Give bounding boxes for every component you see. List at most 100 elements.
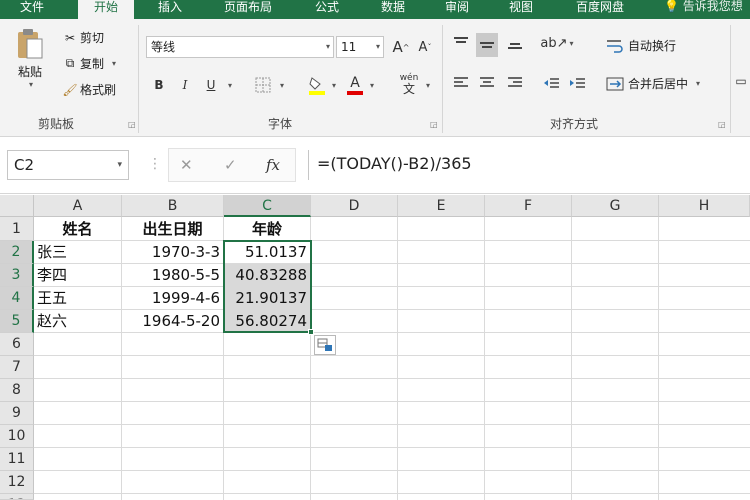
ribbon: 粘贴 ▾ ✂ 剪切 ⧉ 复制 ▾ 🖌 格式刷 剪贴板 ◲ 等线 ▾ 11 ▾ A… <box>0 19 750 137</box>
cell-b2[interactable]: 1970-3-3 <box>122 241 223 263</box>
tab-page-layout[interactable]: 页面布局 <box>212 0 284 19</box>
orientation-button[interactable]: ab↗ ▾ <box>540 33 574 53</box>
format-painter-button[interactable]: 🖌 格式刷 <box>60 81 116 98</box>
row-header-11[interactable]: 11 <box>0 448 34 471</box>
row-header-10[interactable]: 10 <box>0 425 34 448</box>
copy-button[interactable]: ⧉ 复制 ▾ <box>60 55 116 72</box>
chevron-down-icon[interactable]: ▾ <box>228 81 232 90</box>
ribbon-tab-bar: 文件 开始 插入 页面布局 公式 数据 审阅 视图 百度网盘 💡 告诉我您想 <box>0 0 750 19</box>
align-left-button[interactable] <box>450 73 472 93</box>
italic-button[interactable]: I <box>174 75 196 95</box>
tab-file[interactable]: 文件 <box>10 0 54 19</box>
paste-button[interactable]: 粘贴 ▾ <box>10 27 50 89</box>
cell-a2[interactable]: 张三 <box>34 241 121 263</box>
cell-a3[interactable]: 李四 <box>34 264 121 286</box>
decrease-indent-button[interactable] <box>540 73 562 93</box>
tab-review[interactable]: 审阅 <box>432 0 482 19</box>
gridline <box>571 217 572 500</box>
chevron-down-icon: ▾ <box>696 79 701 88</box>
align-center-button[interactable] <box>476 73 498 93</box>
cancel-icon[interactable]: ✕ <box>180 156 193 174</box>
cell-b1[interactable]: 出生日期 <box>122 218 223 240</box>
tab-insert[interactable]: 插入 <box>148 0 192 19</box>
row-header-5[interactable]: 5 <box>0 310 34 333</box>
bold-button[interactable]: B <box>148 75 170 95</box>
tell-me-text: 告诉我您想 <box>682 0 743 13</box>
row-header-12[interactable]: 12 <box>0 471 34 494</box>
tab-baidu-netdisk[interactable]: 百度网盘 <box>562 0 638 19</box>
phonetic-guide-button[interactable]: wén 文 <box>398 73 420 97</box>
wrap-text-button[interactable]: 自动换行 <box>606 37 676 54</box>
gridline <box>34 493 750 494</box>
cell-c1[interactable]: 年龄 <box>224 218 310 240</box>
grow-font-button[interactable]: A ^ <box>390 37 412 57</box>
number-format-partial-icon[interactable]: ▭ <box>734 71 748 91</box>
increase-indent-button[interactable] <box>566 73 588 93</box>
tab-data[interactable]: 数据 <box>368 0 418 19</box>
row-header-1[interactable]: 1 <box>0 217 34 241</box>
cell-b3[interactable]: 1980-5-5 <box>122 264 223 286</box>
enter-icon[interactable]: ✓ <box>224 156 237 174</box>
dialog-launcher-icon[interactable]: ◲ <box>718 120 726 129</box>
cut-button[interactable]: ✂ 剪切 <box>60 29 104 46</box>
chevron-down-icon[interactable]: ▾ <box>332 81 336 90</box>
chevron-down-icon[interactable]: ▾ <box>426 81 430 90</box>
cell-a4[interactable]: 王五 <box>34 287 121 309</box>
row-header-2[interactable]: 2 <box>0 241 34 264</box>
font-size-combo[interactable]: 11 ▾ <box>336 36 384 58</box>
cell-a5[interactable]: 赵六 <box>34 310 121 332</box>
tab-formulas[interactable]: 公式 <box>302 0 352 19</box>
row-header-7[interactable]: 7 <box>0 356 34 379</box>
name-box-value: C2 <box>14 156 35 174</box>
column-header-e[interactable]: E <box>398 195 485 217</box>
top-align-button[interactable] <box>450 33 472 53</box>
column-header-a[interactable]: A <box>34 195 122 217</box>
row-header-9[interactable]: 9 <box>0 402 34 425</box>
row-header-8[interactable]: 8 <box>0 379 34 402</box>
gridline <box>34 378 750 379</box>
column-header-h[interactable]: H <box>659 195 750 217</box>
cut-label: 剪切 <box>80 31 105 45</box>
column-header-d[interactable]: D <box>311 195 398 217</box>
underline-button[interactable]: U <box>200 75 222 95</box>
bottom-align-button[interactable] <box>504 33 526 53</box>
dialog-launcher-icon[interactable]: ◲ <box>430 120 438 129</box>
borders-icon <box>255 77 271 93</box>
font-color-button[interactable]: A <box>344 73 366 97</box>
cell-b4[interactable]: 1999-4-6 <box>122 287 223 309</box>
row-header-13[interactable]: 13 <box>0 494 34 500</box>
middle-align-button[interactable] <box>476 33 498 57</box>
tab-view[interactable]: 视图 <box>496 0 546 19</box>
cell-a1[interactable]: 姓名 <box>34 218 121 240</box>
align-right-button[interactable] <box>504 73 526 93</box>
chevron-down-icon: ▾ <box>569 38 574 48</box>
name-box[interactable]: C2 ▾ <box>7 150 129 180</box>
column-header-c[interactable]: C <box>224 195 311 217</box>
worksheet-grid[interactable]: A B C D E F G H 1 2 3 4 5 6 7 8 9 10 11 … <box>0 195 750 500</box>
chevron-down-icon[interactable]: ▾ <box>280 81 284 90</box>
column-header-g[interactable]: G <box>572 195 659 217</box>
borders-button[interactable] <box>252 75 274 95</box>
gridline <box>34 424 750 425</box>
insert-function-icon[interactable]: fx <box>266 156 280 174</box>
bold-icon: B <box>154 78 164 92</box>
chevron-down-icon[interactable]: ▾ <box>370 81 374 90</box>
select-all-corner[interactable] <box>0 195 34 217</box>
group-divider <box>730 25 731 133</box>
font-name-combo[interactable]: 等线 ▾ <box>146 36 334 58</box>
row-header-6[interactable]: 6 <box>0 333 34 356</box>
row-header-4[interactable]: 4 <box>0 287 34 310</box>
fill-color-button[interactable] <box>306 73 328 97</box>
dialog-launcher-icon[interactable]: ◲ <box>128 120 136 129</box>
quick-analysis-button[interactable] <box>314 335 336 355</box>
column-header-f[interactable]: F <box>485 195 572 217</box>
shrink-font-button[interactable]: Aˇ <box>414 37 436 57</box>
gridline <box>34 355 750 356</box>
merge-center-button[interactable]: 合并后居中 ▾ <box>606 75 700 92</box>
formula-input[interactable]: =(TODAY()-B2)/365 <box>308 150 750 180</box>
tab-home[interactable]: 开始 <box>78 0 134 19</box>
cell-b5[interactable]: 1964-5-20 <box>122 310 223 332</box>
row-header-3[interactable]: 3 <box>0 264 34 287</box>
column-header-b[interactable]: B <box>122 195 224 217</box>
tell-me-box[interactable]: 💡 告诉我您想 <box>664 0 743 12</box>
